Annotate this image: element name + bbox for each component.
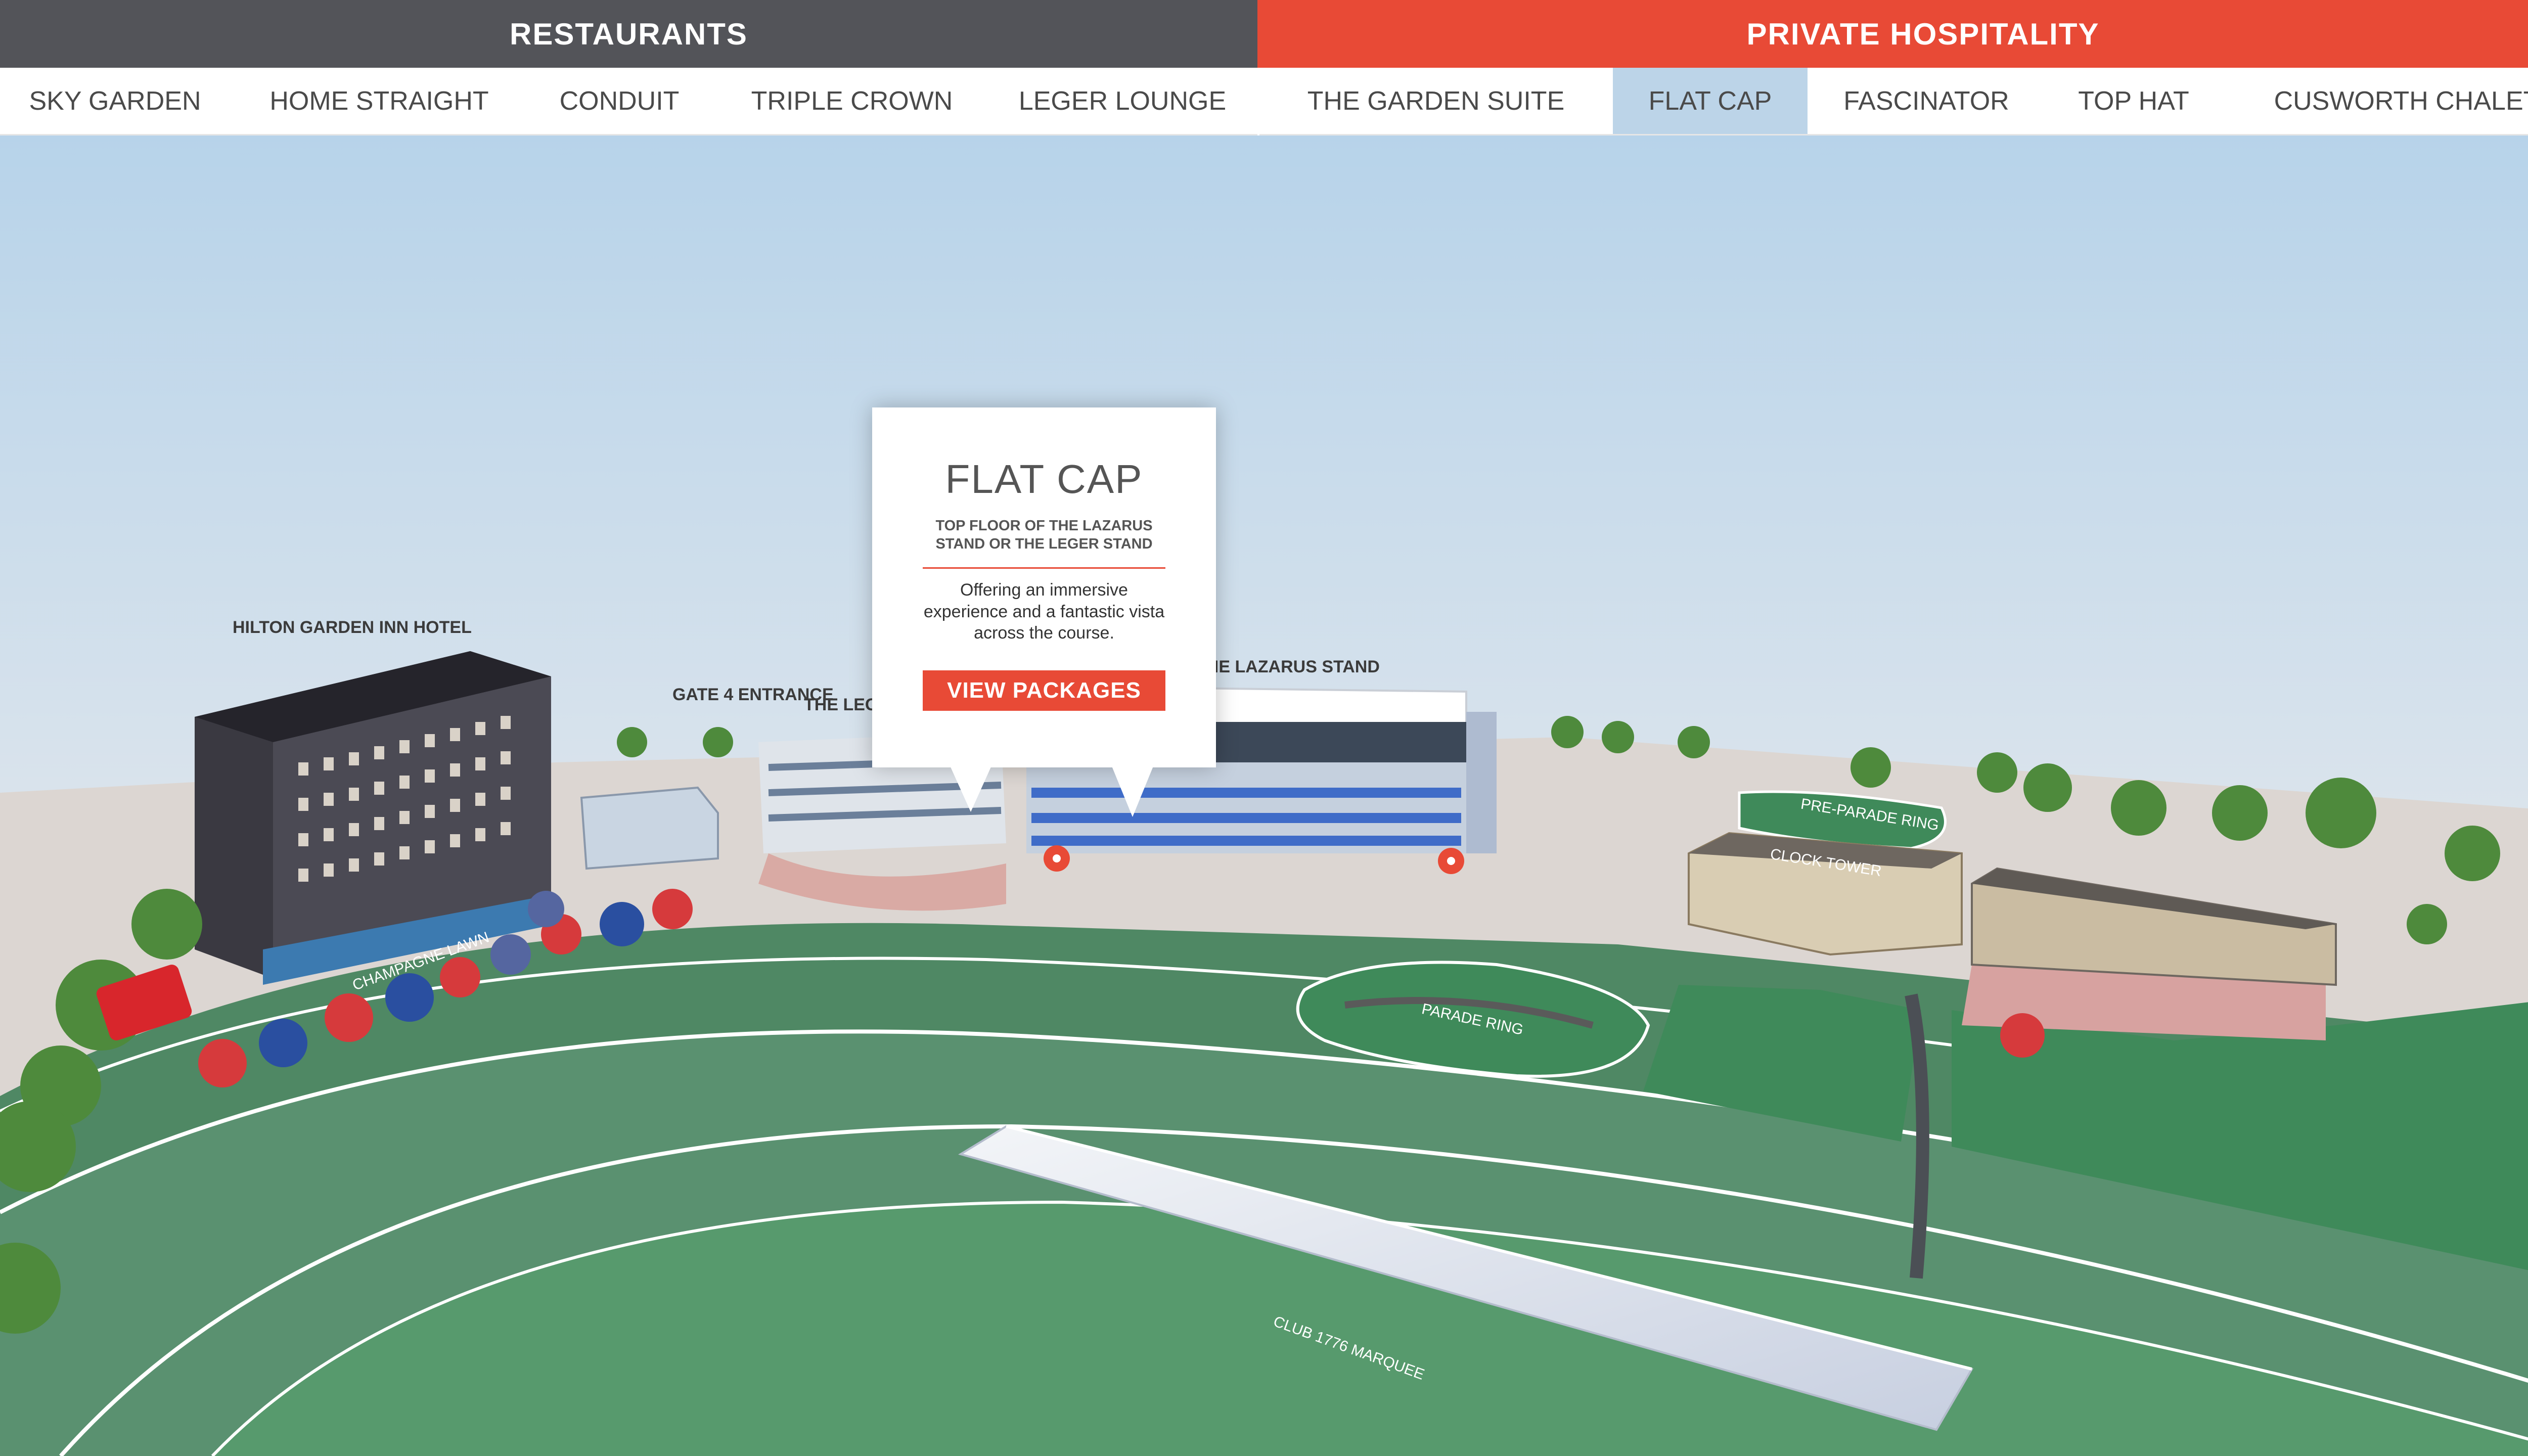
category-private-hospitality[interactable]: PRIVATE HOSPITALITY bbox=[1257, 0, 2528, 68]
popup-pointers bbox=[948, 761, 1155, 817]
tab-sky-garden[interactable]: SKY GARDEN bbox=[15, 68, 215, 134]
tab-flat-cap[interactable]: FLAT CAP bbox=[1613, 68, 1808, 134]
popup-divider bbox=[923, 567, 1165, 569]
racecourse-map[interactable]: HILTON GARDEN INN HOTEL GATE 4 ENTRANCE … bbox=[0, 135, 2528, 1456]
racecourse-illustration bbox=[0, 135, 2528, 1456]
popup-title: FLAT CAP bbox=[945, 457, 1143, 502]
category-divider bbox=[1257, 68, 1259, 135]
category-bar: RESTAURANTS PRIVATE HOSPITALITY bbox=[0, 0, 2528, 68]
tab-leger-lounge[interactable]: LEGER LOUNGE bbox=[1001, 68, 1244, 134]
gate-4-building bbox=[580, 786, 719, 870]
tab-the-garden-suite[interactable]: THE GARDEN SUITE bbox=[1284, 68, 1588, 134]
category-restaurants[interactable]: RESTAURANTS bbox=[0, 0, 1257, 68]
tab-home-straight[interactable]: HOME STRAIGHT bbox=[243, 68, 516, 134]
tab-top-hat[interactable]: TOP HAT bbox=[2053, 68, 2215, 134]
venue-tab-bar: SKY GARDEN HOME STRAIGHT CONDUIT TRIPLE … bbox=[0, 68, 2528, 135]
popup-description: Offering an immersive experience and a f… bbox=[923, 580, 1165, 643]
tab-conduit[interactable]: CONDUIT bbox=[536, 68, 703, 134]
venue-popup: FLAT CAP TOP FLOOR OF THE LAZARUS STAND … bbox=[872, 407, 1216, 817]
tab-fascinator[interactable]: FASCINATOR bbox=[1820, 68, 2033, 134]
view-packages-button[interactable]: VIEW PACKAGES bbox=[923, 670, 1165, 711]
popup-location: TOP FLOOR OF THE LAZARUS STAND OR THE LE… bbox=[935, 518, 1153, 553]
tab-cusworth-chalet[interactable]: CUSWORTH CHALET bbox=[2245, 68, 2528, 134]
tab-triple-crown[interactable]: TRIPLE CROWN bbox=[728, 68, 976, 134]
label-lazarus-stand[interactable]: THE LAZARUS STAND bbox=[1196, 656, 1380, 678]
label-hilton-hotel[interactable]: HILTON GARDEN INN HOTEL bbox=[233, 617, 472, 639]
